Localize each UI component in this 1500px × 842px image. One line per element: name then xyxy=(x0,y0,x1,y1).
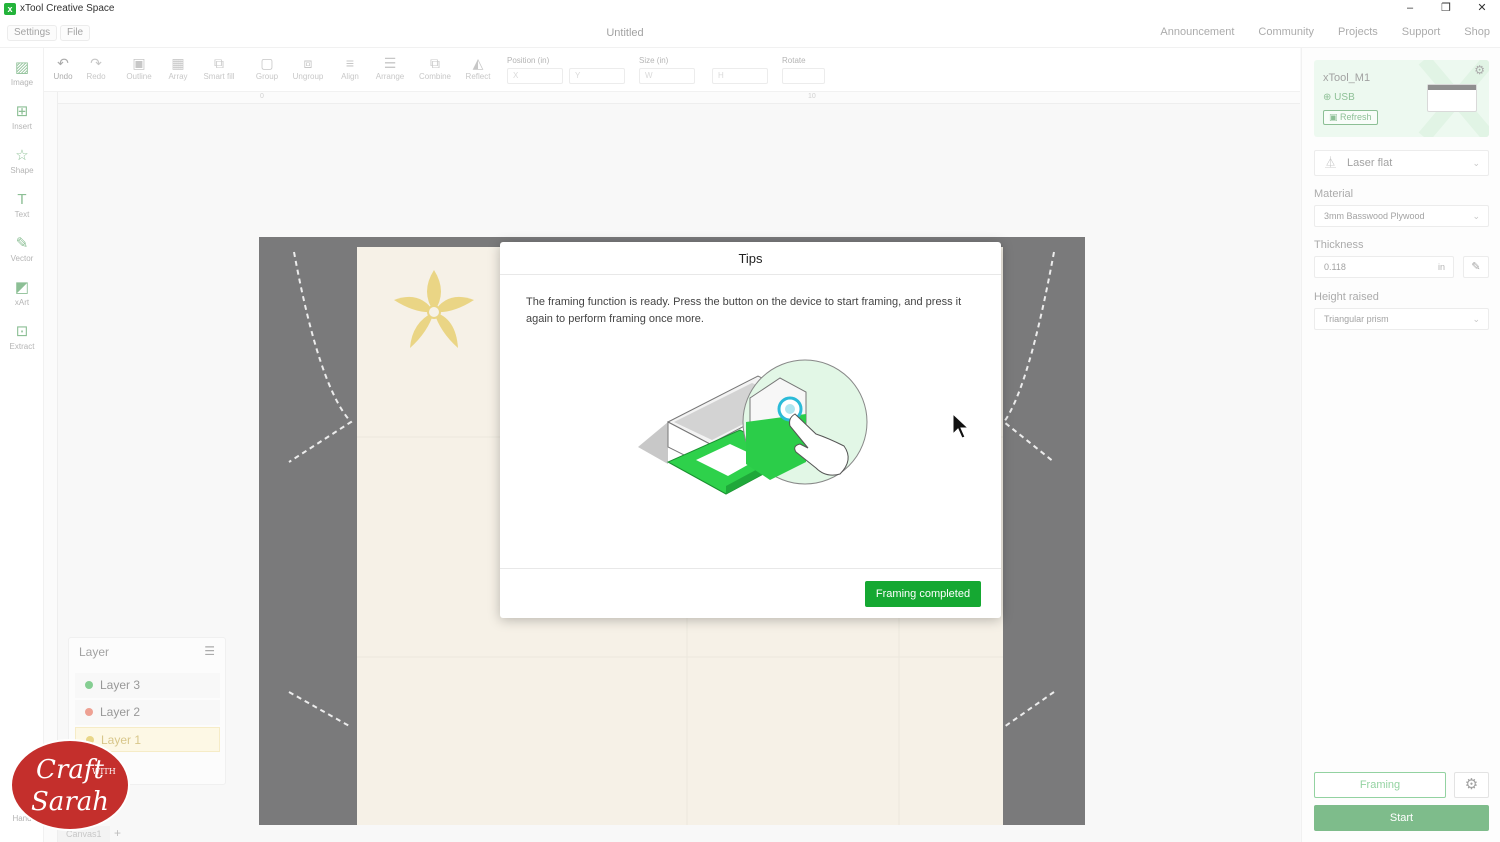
logo-line-2: Sarah xyxy=(31,787,109,817)
logo-with: WITH xyxy=(92,767,116,776)
close-button[interactable]: ✕ xyxy=(1464,0,1500,17)
restore-button[interactable]: ❐ xyxy=(1428,0,1464,17)
mouse-cursor-icon xyxy=(952,413,970,439)
dialog-message: The framing function is ready. Press the… xyxy=(526,296,962,325)
framing-completed-button[interactable]: Framing completed xyxy=(865,581,981,607)
framing-illustration xyxy=(638,359,868,495)
window-controls: – ❐ ✕ xyxy=(1392,0,1500,17)
title-bar: x xTool Creative Space – ❐ ✕ xyxy=(0,0,1500,17)
minimize-button[interactable]: – xyxy=(1392,0,1428,17)
app-logo-icon: x xyxy=(4,2,16,15)
tips-dialog: Tips The framing function is ready. Pres… xyxy=(500,242,1001,618)
dialog-title: Tips xyxy=(500,242,1001,275)
app-title: xTool Creative Space xyxy=(20,3,115,14)
craft-with-sarah-logo: Craft WITH Sarah xyxy=(10,739,130,831)
